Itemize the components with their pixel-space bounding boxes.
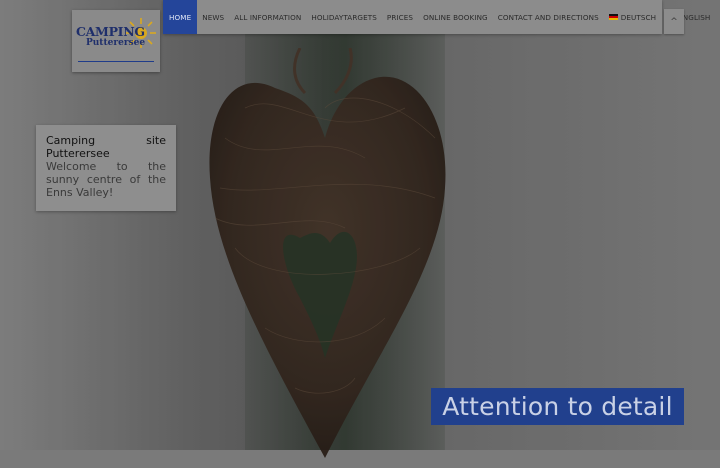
welcome-info-box: Camping site Putterersee Welcome to the …: [36, 125, 176, 211]
info-title: Camping site Putterersee: [46, 134, 166, 160]
nav-item-contact-directions[interactable]: CONTACT AND DIRECTIONS: [493, 0, 604, 34]
logo-underline: [78, 61, 154, 62]
main-navigation: HOME NEWS ALL INFORMATION HOLIDAYTARGETS…: [163, 0, 710, 34]
nav-item-deutsch-label: DEUTSCH: [620, 12, 657, 22]
nav-item-prices[interactable]: PRICES: [382, 0, 418, 34]
german-flag-icon: [608, 14, 618, 20]
logo-text-putterersee: Putterersee: [86, 38, 146, 48]
nav-item-online-booking[interactable]: ONLINE BOOKING: [418, 0, 493, 34]
nav-item-deutsch[interactable]: DEUTSCH: [604, 0, 661, 34]
site-logo[interactable]: CAMPING Putterersee: [72, 10, 160, 72]
nav-item-all-information[interactable]: ALL INFORMATION: [229, 0, 306, 34]
nav-item-news[interactable]: NEWS: [197, 0, 229, 34]
logo-text-camping: CAMPING: [76, 24, 145, 39]
chevron-up-icon: ^: [670, 16, 678, 27]
info-text: Welcome to the sunny centre of the Enns …: [46, 160, 166, 199]
nav-item-home[interactable]: HOME: [163, 0, 198, 34]
hero-caption: Attention to detail: [431, 388, 684, 425]
scroll-top-button[interactable]: ^: [664, 9, 684, 34]
nav-item-holidaytargets[interactable]: HOLIDAYTARGETS: [306, 0, 382, 34]
